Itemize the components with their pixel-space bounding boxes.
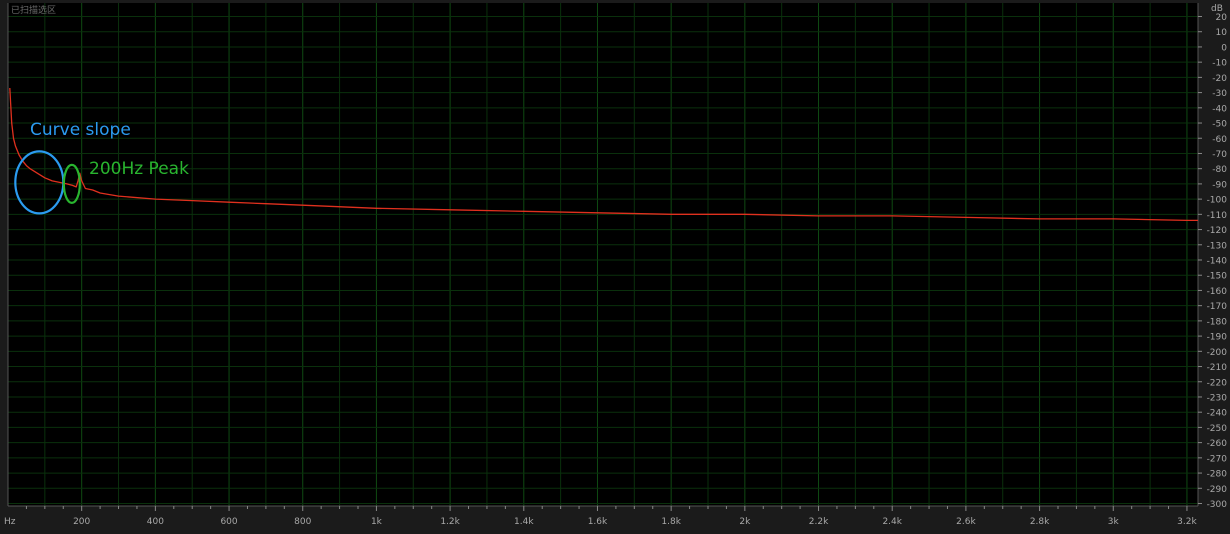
y-tick-label: -30 — [1212, 89, 1227, 99]
curve-slope-label: Curve slope — [30, 120, 131, 140]
y-tick-label: -180 — [1207, 317, 1228, 327]
x-tick-label: 1.2k — [440, 517, 460, 527]
y-tick-label: -120 — [1207, 226, 1228, 236]
y-tick-label: -20 — [1212, 74, 1227, 84]
x-tick-label: 1.6k — [588, 517, 608, 527]
y-tick-label: -90 — [1212, 180, 1227, 190]
y-tick-label: -200 — [1207, 348, 1228, 358]
y-tick-label: -190 — [1207, 333, 1228, 343]
y-tick-label: -100 — [1207, 196, 1228, 206]
y-tick-label: -110 — [1207, 211, 1228, 221]
y-tick-label: -160 — [1207, 287, 1228, 297]
y-tick-label: 10 — [1216, 28, 1228, 38]
y-tick-label: -290 — [1207, 485, 1228, 495]
x-tick-label: 1.4k — [514, 517, 534, 527]
x-tick-label: 2k — [739, 517, 751, 527]
y-tick-label: -270 — [1207, 454, 1228, 464]
x-tick-label: 3k — [1108, 517, 1120, 527]
y-tick-label: -260 — [1207, 439, 1228, 449]
x-tick-label: 800 — [294, 517, 311, 527]
y-tick-label: -40 — [1212, 104, 1227, 114]
y-tick-label: -10 — [1212, 59, 1227, 69]
x-tick-label: 2.2k — [809, 517, 829, 527]
y-tick-label: -240 — [1207, 409, 1228, 419]
x-unit-label: Hz — [4, 517, 16, 527]
y-tick-label: -60 — [1212, 135, 1227, 145]
x-tick-label: 3.2k — [1177, 517, 1197, 527]
x-tick-label: 2.8k — [1030, 517, 1050, 527]
y-tick-label: -230 — [1207, 393, 1228, 403]
y-tick-label: -300 — [1207, 500, 1228, 510]
x-tick-label: 400 — [147, 517, 164, 527]
y-tick-label: -220 — [1207, 378, 1228, 388]
y-tick-label: -210 — [1207, 363, 1228, 373]
x-tick-label: 1k — [371, 517, 383, 527]
y-tick-label: -280 — [1207, 470, 1228, 480]
y-tick-label: -170 — [1207, 302, 1228, 312]
y-tick-label: -250 — [1207, 424, 1228, 434]
x-tick-label: 2.6k — [956, 517, 976, 527]
x-tick-label: 1.8k — [661, 517, 681, 527]
y-tick-label: -80 — [1212, 165, 1227, 175]
x-tick-label: 600 — [220, 517, 237, 527]
window-title: 已扫描选区 — [11, 4, 56, 16]
spectrum-chart: Curve slope200Hz Peak 200 400 600 800 1k 1.2k… — [0, 0, 1230, 534]
y-tick-label: -50 — [1212, 120, 1227, 130]
y-tick-label: -140 — [1207, 257, 1228, 267]
y-tick-label: -130 — [1207, 241, 1228, 251]
x-tick-label: 2.4k — [882, 517, 902, 527]
y-unit-label: dB — [1211, 4, 1223, 14]
x-tick-label: 200 — [73, 517, 90, 527]
peak-200hz-label: 200Hz Peak — [89, 159, 189, 179]
y-tick-label: -150 — [1207, 272, 1228, 282]
plot-area — [8, 3, 1198, 506]
y-tick-label: 20 — [1216, 13, 1228, 23]
y-tick-label: 0 — [1221, 43, 1227, 53]
y-tick-label: -70 — [1212, 150, 1227, 160]
